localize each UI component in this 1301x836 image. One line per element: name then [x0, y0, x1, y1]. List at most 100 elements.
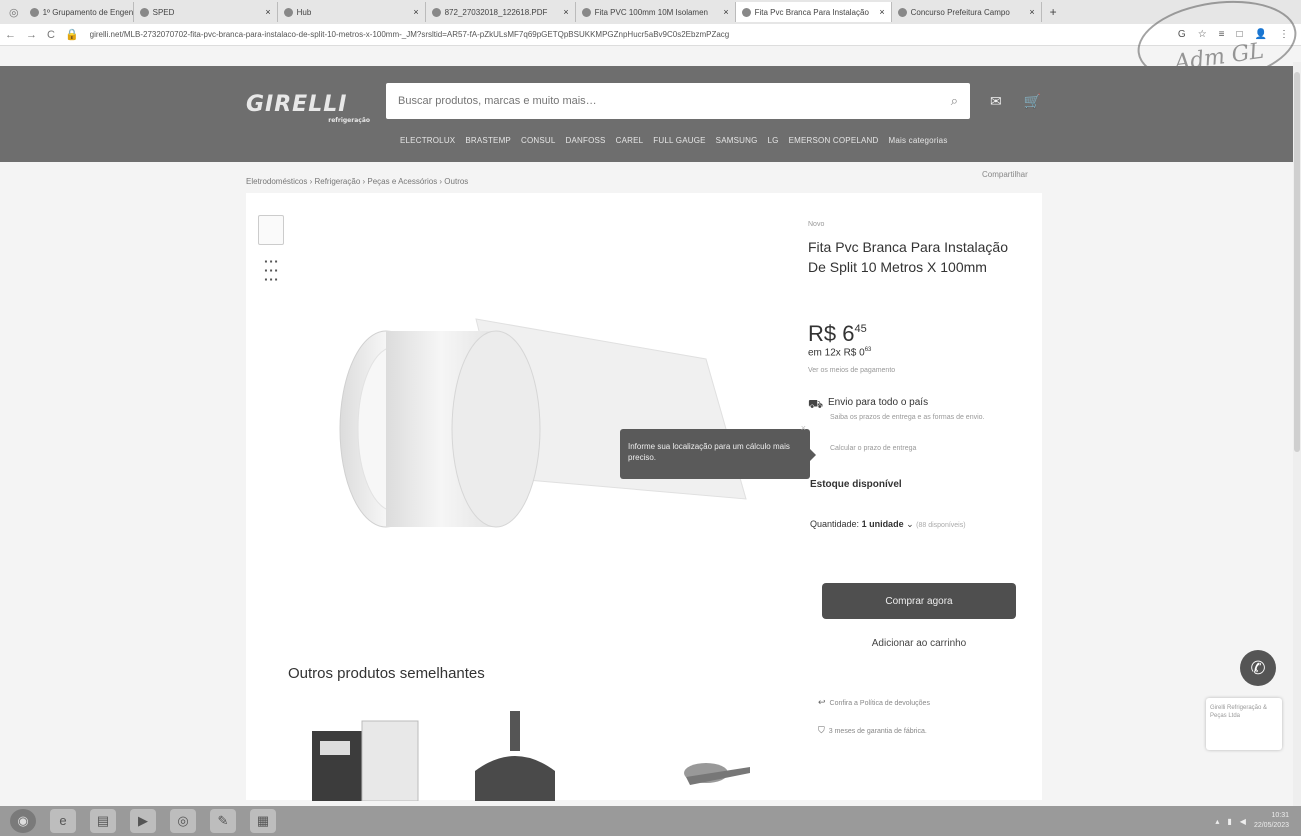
tab-favicon-icon — [283, 7, 293, 17]
product-condition: Novo — [808, 221, 825, 228]
tooltip-text: Informe sua localização para um cálculo … — [628, 442, 790, 462]
return-policy[interactable]: ↩ Confira a Política de devoluções — [818, 697, 930, 708]
tab-hub[interactable]: Hub × — [278, 2, 426, 22]
close-icon[interactable]: × — [801, 423, 806, 434]
cart-icon[interactable]: 🛒 — [1024, 93, 1041, 110]
installments-text: em 12x R$ 0 — [808, 347, 865, 359]
tab-concurso[interactable]: Concurso Prefeitura Campo × — [892, 2, 1042, 22]
tab-label: 872_27032018_122618.PDF — [444, 7, 548, 17]
reload-button[interactable]: C — [42, 29, 60, 41]
chat-widget[interactable]: Girelli Refrigeração & Peças Ltda — [1206, 698, 1282, 750]
buy-now-button[interactable]: Comprar agora — [822, 583, 1016, 619]
taskbar: ◉ e ▤ ▶ ◎ ✎ ▦ ▴ ▮ ◀ 10:31 22/05/2023 — [0, 806, 1301, 836]
tab-favicon-icon — [741, 7, 751, 17]
file-explorer-icon[interactable]: ▤ — [90, 809, 116, 833]
add-to-cart-button[interactable]: Adicionar ao carrinho — [822, 629, 1016, 657]
similar-product-image[interactable] — [666, 711, 756, 801]
tab-fita-pvc-google[interactable]: Fita PVC 100mm 10M Isolamen × — [576, 2, 736, 22]
product-image[interactable] — [326, 289, 756, 529]
location-tooltip: Informe sua localização para um cálculo … — [620, 423, 816, 479]
tab-label: Concurso Prefeitura Campo — [910, 7, 1010, 17]
system-tray: ▴ ▮ ◀ 10:31 22/05/2023 — [1215, 811, 1301, 831]
close-tab-icon[interactable]: × — [873, 7, 884, 17]
header-icons: ✉ 🛒 — [990, 93, 1041, 110]
search-icon[interactable]: ⌕ — [951, 93, 958, 109]
close-tab-icon[interactable]: × — [259, 7, 270, 17]
similar-product-image[interactable] — [460, 711, 570, 801]
category-link[interactable]: BRASTEMP — [465, 136, 511, 145]
category-link[interactable]: CAREL — [616, 136, 644, 145]
address-bar: ← → C 🔒 girelli.net/MLB-2732070702-fita-… — [0, 24, 1301, 46]
tab-pdf[interactable]: 872_27032018_122618.PDF × — [426, 2, 576, 22]
quantity-selector[interactable]: Quantidade: 1 unidade ⌄ (88 disponíveis) — [810, 519, 966, 530]
scrollbar-thumb[interactable] — [1294, 72, 1300, 452]
category-link[interactable]: ELECTROLUX — [400, 136, 455, 145]
warranty-text: 3 meses de garantia de fábrica. — [828, 728, 927, 735]
media-player-icon[interactable]: ▶ — [130, 809, 156, 833]
tab-label: SPED — [152, 7, 175, 17]
tab-favicon-icon — [431, 7, 441, 17]
category-link[interactable]: FULL GAUGE — [653, 136, 705, 145]
start-button[interactable]: ◉ — [10, 809, 36, 833]
breadcrumb[interactable]: Eletrodomésticos › Refrigeração › Peças … — [246, 177, 468, 186]
tab-fita-pvc-branca[interactable]: Fita Pvc Branca Para Instalação × — [735, 2, 892, 22]
tray-arrow-icon[interactable]: ▴ — [1215, 817, 1219, 826]
tab-sped[interactable]: SPED × — [134, 2, 278, 22]
site-header: GIRELLI refrigeração ⌕ ✉ 🛒 ELECTROLUX BR… — [0, 66, 1301, 162]
page-scrollbar[interactable] — [1293, 62, 1301, 806]
document-icon[interactable]: ▦ — [250, 809, 276, 833]
paint-icon[interactable]: ✎ — [210, 809, 236, 833]
calculate-shipping-link[interactable]: Calcular o prazo de entrega — [830, 445, 916, 452]
product-thumbnail[interactable]: ▪ ▪ ▪ ▪ ▪ ▪ ▪ ▪ ▪ — [258, 257, 284, 287]
truck-icon: ⛟ — [808, 397, 824, 411]
category-link[interactable]: CONSUL — [521, 136, 556, 145]
clock-date: 22/05/2023 — [1253, 822, 1289, 829]
whatsapp-button[interactable]: ✆ — [1240, 650, 1276, 686]
logo-text: GIRELLI — [246, 92, 348, 117]
chrome-menu-icon[interactable]: ◎ — [4, 6, 24, 19]
similar-product-image[interactable] — [302, 711, 422, 801]
category-link[interactable]: SAMSUNG — [716, 136, 758, 145]
product-thumbnail[interactable] — [258, 215, 284, 245]
chrome-icon[interactable]: ◎ — [170, 809, 196, 833]
network-icon[interactable]: ▮ — [1227, 817, 1231, 826]
clock-time: 10:31 — [1271, 812, 1289, 819]
mail-icon[interactable]: ✉ — [990, 93, 1002, 110]
payment-methods-link[interactable]: Ver os meios de pagamento — [808, 367, 895, 374]
share-link[interactable]: Compartilhar — [982, 170, 1028, 179]
tab-grupamento[interactable]: 1º Grupamento de Engenharia× — [24, 2, 134, 22]
category-link[interactable]: EMERSON COPELAND — [789, 136, 879, 145]
close-tab-icon[interactable]: × — [1023, 7, 1034, 17]
more-categories-link[interactable]: Mais categorias — [889, 136, 948, 145]
close-tab-icon[interactable]: × — [557, 7, 568, 17]
tab-favicon-icon — [139, 7, 149, 17]
tab-favicon-icon — [581, 7, 591, 17]
url-field[interactable]: girelli.net/MLB-2732070702-fita-pvc-bran… — [90, 30, 930, 39]
back-button[interactable]: ← — [0, 29, 21, 41]
internet-explorer-icon[interactable]: e — [50, 809, 76, 833]
new-tab-button[interactable]: + — [1042, 5, 1065, 19]
tab-label: Fita PVC 100mm 10M Isolamen — [594, 7, 708, 17]
lock-icon: 🔒 — [64, 29, 79, 41]
category-nav: ELECTROLUX BRASTEMP CONSUL DANFOSS CAREL… — [400, 136, 948, 145]
return-icon: ↩ — [818, 697, 826, 707]
logo-subtext: refrigeração — [328, 117, 370, 124]
tab-label: Fita Pvc Branca Para Instalação — [754, 7, 869, 17]
site-logo[interactable]: GIRELLI refrigeração — [246, 92, 370, 124]
category-link[interactable]: LG — [768, 136, 779, 145]
installments: em 12x R$ 063 — [808, 347, 871, 358]
forward-button[interactable]: → — [21, 29, 42, 41]
close-tab-icon[interactable]: × — [407, 7, 418, 17]
shipping-subtitle: Saiba os prazos de entrega e as formas d… — [830, 414, 985, 421]
price-cents: 45 — [854, 323, 867, 335]
price-integer: R$ 6 — [808, 321, 855, 346]
tab-favicon-icon — [29, 7, 39, 17]
search-input[interactable] — [398, 95, 951, 107]
close-tab-icon[interactable]: × — [717, 7, 728, 17]
quantity-value[interactable]: 1 unidade — [862, 519, 904, 529]
volume-icon[interactable]: ◀ — [1240, 817, 1246, 826]
similar-products-title: Outros produtos semelhantes — [288, 665, 485, 682]
category-link[interactable]: DANFOSS — [566, 136, 606, 145]
chevron-down-icon[interactable]: ⌄ — [906, 519, 914, 529]
clock[interactable]: 10:31 22/05/2023 — [1254, 811, 1289, 831]
